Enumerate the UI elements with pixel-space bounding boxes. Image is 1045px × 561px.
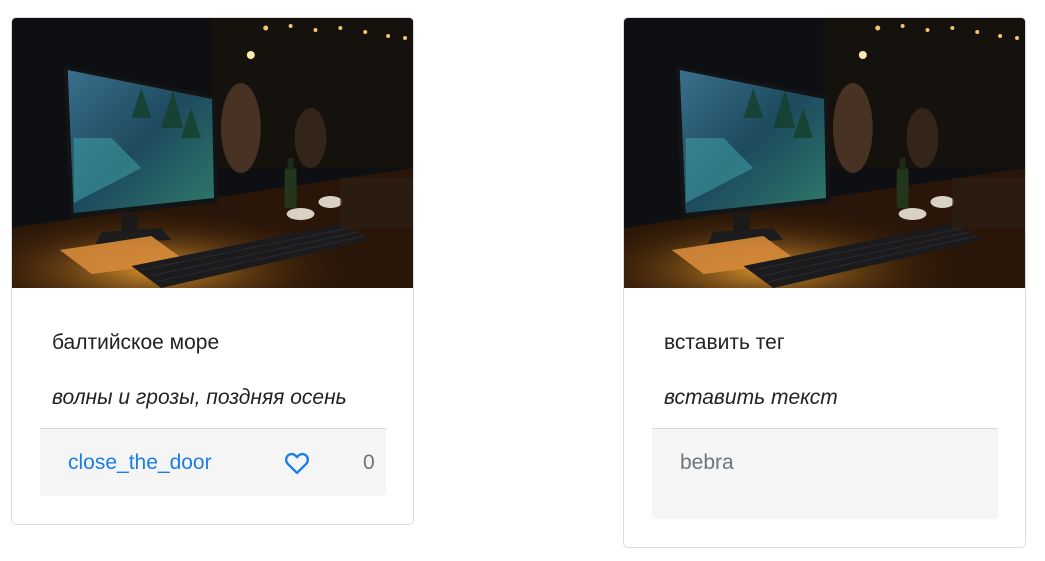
card-text: вставить текст — [664, 386, 838, 409]
card-footer: bebra — [652, 428, 998, 519]
like-count: 0 — [363, 451, 375, 474]
desk-computer-night-photo — [12, 18, 413, 288]
card-title: балтийское море — [52, 331, 220, 354]
desk-computer-night-photo — [624, 18, 1025, 288]
post-card: вставить тег вставить текст bebra — [623, 17, 1026, 548]
card-text: волны и грозы, поздняя осень — [52, 386, 347, 409]
author-name: bebra — [680, 451, 734, 474]
heart-outline-icon[interactable] — [283, 449, 311, 477]
author-link[interactable]: close_the_door — [68, 451, 212, 475]
post-card: балтийское море волны и грозы, поздняя о… — [11, 17, 414, 525]
card-title: вставить тег — [664, 331, 785, 354]
card-footer: close_the_door 0 — [40, 428, 386, 496]
